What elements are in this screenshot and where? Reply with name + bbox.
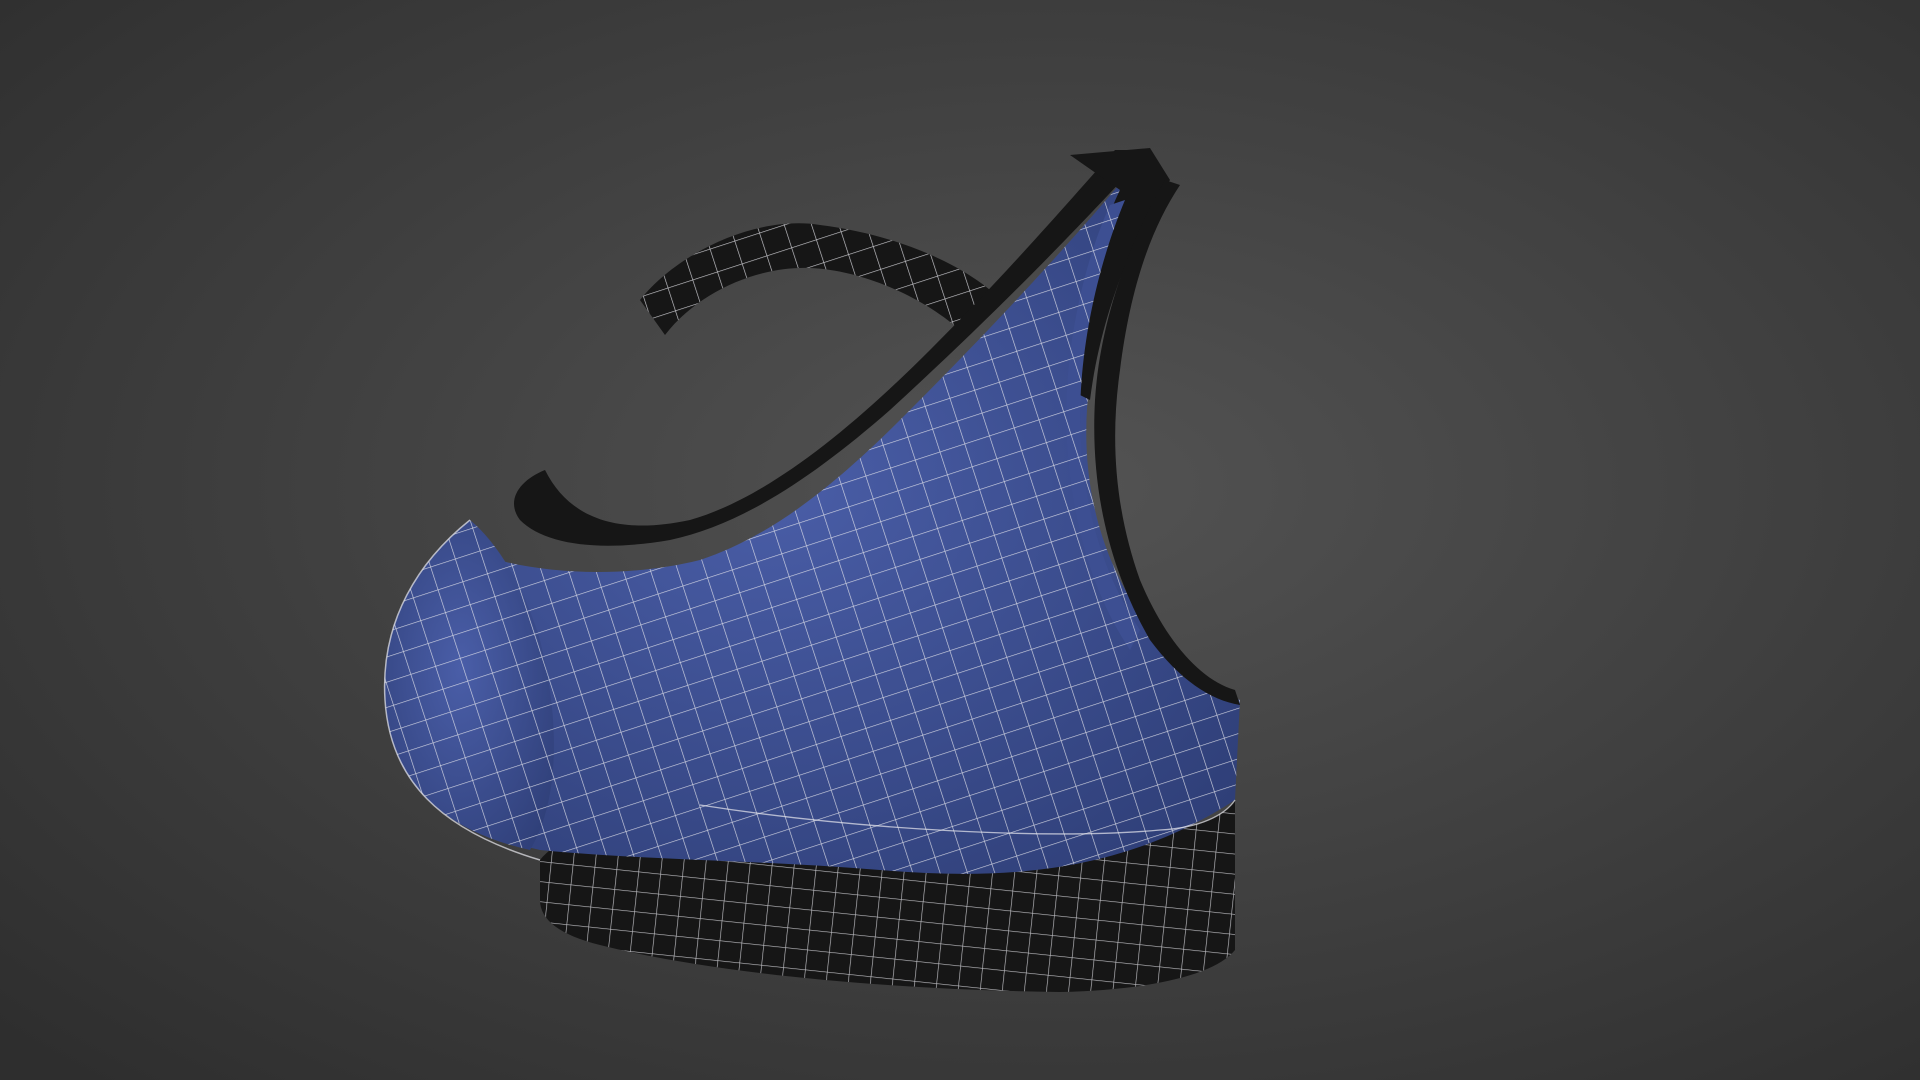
wireframe-render bbox=[0, 0, 1920, 1080]
render-viewport bbox=[0, 0, 1920, 1080]
